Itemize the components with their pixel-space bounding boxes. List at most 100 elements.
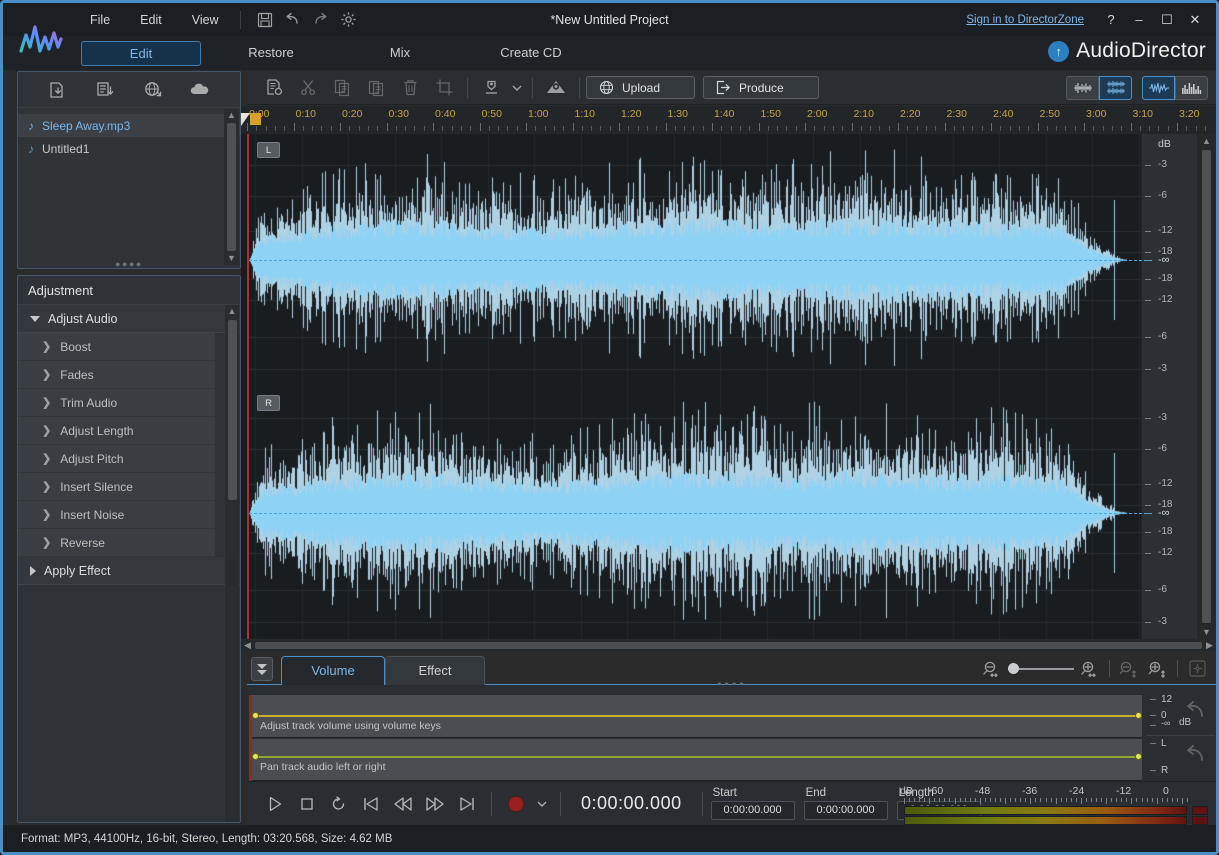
envelope-point[interactable] bbox=[252, 712, 259, 719]
spectrum-view-icon[interactable] bbox=[1175, 75, 1208, 100]
scroll-up-icon[interactable]: ▲ bbox=[228, 305, 237, 318]
help-button[interactable]: ? bbox=[1098, 8, 1124, 32]
rewind-button[interactable] bbox=[387, 789, 419, 819]
cloud-icon[interactable] bbox=[187, 78, 213, 102]
go-to-end-button[interactable] bbox=[451, 789, 483, 819]
reset-volume-icon[interactable] bbox=[1185, 699, 1207, 726]
copy-icon[interactable] bbox=[325, 75, 359, 101]
waveform-channel-left[interactable]: L bbox=[249, 134, 1152, 386]
timeline-ruler[interactable]: 0:000:100:200:300:400:501:001:101:201:30… bbox=[241, 106, 1216, 134]
list-item[interactable]: ♪ Sleep Away.mp3 bbox=[18, 114, 240, 137]
zoom-out-horizontal-icon[interactable] bbox=[979, 656, 1005, 681]
download-from-web-icon[interactable] bbox=[140, 78, 166, 102]
sidebar-item-insert-silence[interactable]: ❯ Insert Silence bbox=[18, 473, 215, 501]
sign-in-link[interactable]: Sign in to DirectorZone bbox=[966, 14, 1084, 26]
go-to-start-button[interactable] bbox=[355, 789, 387, 819]
sidebar-item-boost[interactable]: ❯ Boost bbox=[18, 333, 215, 361]
reset-pan-icon[interactable] bbox=[1185, 743, 1207, 770]
playhead-handle[interactable] bbox=[250, 113, 261, 125]
waveform-channel-right[interactable]: R bbox=[249, 387, 1152, 639]
play-button[interactable] bbox=[259, 789, 291, 819]
start-input[interactable]: 0:00:00.000 bbox=[710, 801, 795, 820]
mode-tab-edit[interactable]: Edit bbox=[81, 40, 201, 66]
undo-icon[interactable] bbox=[281, 8, 305, 32]
multi-track-view-icon[interactable] bbox=[1099, 75, 1132, 100]
mode-tab-mix[interactable]: Mix bbox=[363, 41, 437, 66]
clip-indicator-right[interactable] bbox=[1192, 816, 1208, 825]
record-to-library-icon[interactable] bbox=[92, 78, 118, 102]
fit-to-window-icon[interactable] bbox=[1184, 656, 1210, 681]
zoom-in-horizontal-icon[interactable] bbox=[1077, 656, 1103, 681]
scrollbar-thumb[interactable] bbox=[227, 123, 236, 251]
zoom-slider[interactable] bbox=[1008, 659, 1074, 679]
preferences-gear-icon[interactable] bbox=[337, 8, 361, 32]
mode-tab-create-cd[interactable]: Create CD bbox=[479, 41, 583, 66]
scrollbar-thumb[interactable] bbox=[227, 320, 237, 500]
waveform-horizontal-scrollbar[interactable]: ◀ ▶ bbox=[241, 639, 1216, 651]
scroll-down-icon[interactable]: ▼ bbox=[227, 252, 236, 265]
volume-envelope-lane[interactable]: Adjust track volume using volume keys bbox=[252, 695, 1142, 738]
produce-button[interactable]: Produce bbox=[703, 76, 819, 99]
panel-resize-grip[interactable]: ●●●● bbox=[115, 259, 143, 269]
adjustment-scrollbar[interactable]: ▲ bbox=[225, 305, 239, 822]
sidebar-item-trim-audio[interactable]: ❯ Trim Audio bbox=[18, 389, 215, 417]
scrollbar-thumb[interactable] bbox=[255, 641, 1202, 649]
sidebar-item-adjust-length[interactable]: ❯ Adjust Length bbox=[18, 417, 215, 445]
collapse-panel-button[interactable] bbox=[251, 657, 273, 681]
tab-effect[interactable]: Effect bbox=[385, 656, 485, 685]
stop-button[interactable] bbox=[291, 789, 323, 819]
envelope-point[interactable] bbox=[1135, 712, 1142, 719]
volume-envelope-line[interactable] bbox=[252, 715, 1142, 717]
waveform-vertical-scrollbar[interactable]: ▲ ▼ bbox=[1197, 134, 1216, 639]
current-time-display[interactable]: 0:00:00.000 bbox=[569, 793, 694, 814]
crop-icon[interactable] bbox=[427, 75, 461, 101]
audio-analysis-icon[interactable] bbox=[539, 75, 573, 101]
edit-properties-icon[interactable] bbox=[257, 75, 291, 101]
loop-button[interactable] bbox=[323, 789, 355, 819]
envelope-point[interactable] bbox=[1135, 753, 1142, 760]
paste-icon[interactable] bbox=[359, 75, 393, 101]
menu-item-file[interactable]: File bbox=[75, 8, 125, 32]
save-icon[interactable] bbox=[253, 8, 277, 32]
accordion-apply-effect[interactable]: Apply Effect bbox=[18, 557, 240, 585]
zoom-in-vertical-icon[interactable] bbox=[1145, 656, 1171, 681]
scrollbar-thumb[interactable] bbox=[1202, 150, 1211, 623]
chevron-down-icon[interactable] bbox=[508, 75, 526, 101]
zoom-out-vertical-icon[interactable] bbox=[1116, 656, 1142, 681]
pan-envelope-line[interactable] bbox=[252, 756, 1142, 758]
sidebar-item-adjust-pitch[interactable]: ❯ Adjust Pitch bbox=[18, 445, 215, 473]
upload-button[interactable]: Upload bbox=[586, 76, 696, 99]
library-scrollbar[interactable]: ▲ ▼ bbox=[224, 109, 239, 265]
mode-tab-restore[interactable]: Restore bbox=[228, 41, 314, 66]
scroll-up-icon[interactable]: ▲ bbox=[227, 109, 236, 122]
list-item[interactable]: ♪ Untitled1 bbox=[18, 137, 240, 160]
waveform-view-icon[interactable] bbox=[1142, 75, 1175, 100]
record-options-chevron-icon[interactable] bbox=[532, 789, 552, 819]
maximize-button[interactable]: ☐ bbox=[1154, 8, 1180, 32]
tab-volume[interactable]: Volume bbox=[281, 656, 385, 685]
envelope-point[interactable] bbox=[252, 753, 259, 760]
minimize-button[interactable]: – bbox=[1126, 8, 1152, 32]
menu-item-edit[interactable]: Edit bbox=[125, 8, 177, 32]
end-input[interactable]: 0:00:00.000 bbox=[803, 801, 888, 820]
slider-knob[interactable] bbox=[1008, 663, 1019, 674]
record-button[interactable] bbox=[500, 789, 532, 819]
fast-forward-button[interactable] bbox=[419, 789, 451, 819]
clip-indicator-left[interactable] bbox=[1192, 806, 1208, 815]
scroll-down-icon[interactable]: ▼ bbox=[1202, 625, 1211, 639]
sidebar-item-reverse[interactable]: ❯ Reverse bbox=[18, 529, 215, 557]
scroll-right-icon[interactable]: ▶ bbox=[1203, 640, 1216, 651]
single-track-view-icon[interactable] bbox=[1066, 75, 1099, 100]
sidebar-item-fades[interactable]: ❯ Fades bbox=[18, 361, 215, 389]
scroll-left-icon[interactable]: ◀ bbox=[241, 640, 254, 651]
menu-item-view[interactable]: View bbox=[177, 8, 234, 32]
redo-icon[interactable] bbox=[309, 8, 333, 32]
pan-envelope-lane[interactable]: Pan track audio left or right bbox=[252, 739, 1142, 781]
scroll-up-icon[interactable]: ▲ bbox=[1202, 134, 1211, 148]
import-media-icon[interactable] bbox=[45, 78, 71, 102]
accordion-adjust-audio[interactable]: Adjust Audio bbox=[18, 305, 240, 333]
delete-trash-icon[interactable] bbox=[393, 75, 427, 101]
sidebar-item-insert-noise[interactable]: ❯ Insert Noise bbox=[18, 501, 215, 529]
close-button[interactable]: ✕ bbox=[1182, 8, 1208, 32]
marker-icon[interactable] bbox=[474, 75, 508, 101]
